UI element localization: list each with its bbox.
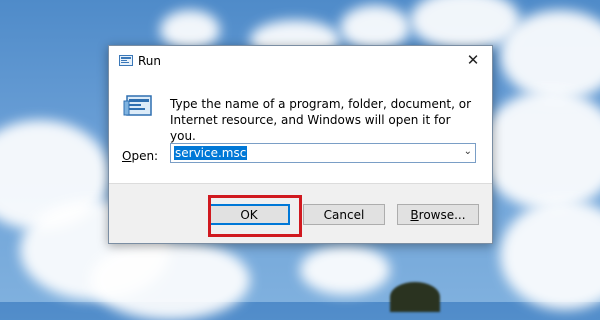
cloud: [500, 10, 600, 100]
open-label: Open:: [122, 149, 159, 163]
cloud: [160, 10, 220, 50]
run-dialog: Run ✕ Type the name of a program, folder…: [108, 45, 493, 244]
description-text: Type the name of a program, folder, docu…: [170, 97, 472, 143]
title-bar[interactable]: Run ✕: [109, 46, 492, 75]
chevron-down-icon[interactable]: ⌄: [464, 146, 472, 157]
close-icon[interactable]: ✕: [464, 51, 482, 69]
open-input-value[interactable]: service.msc: [174, 146, 248, 160]
window-title: Run: [138, 54, 162, 68]
run-icon: [119, 55, 133, 66]
browse-button[interactable]: Browse...: [397, 204, 479, 225]
cloud: [300, 245, 390, 295]
cloud: [340, 5, 410, 50]
run-icon: [123, 95, 152, 116]
cloud: [90, 240, 250, 320]
cloud: [480, 90, 600, 210]
cloud: [500, 200, 600, 310]
ok-button[interactable]: OK: [208, 204, 290, 225]
open-combobox[interactable]: service.msc ⌄: [170, 143, 476, 163]
tree: [390, 282, 440, 312]
cancel-button[interactable]: Cancel: [303, 204, 385, 225]
